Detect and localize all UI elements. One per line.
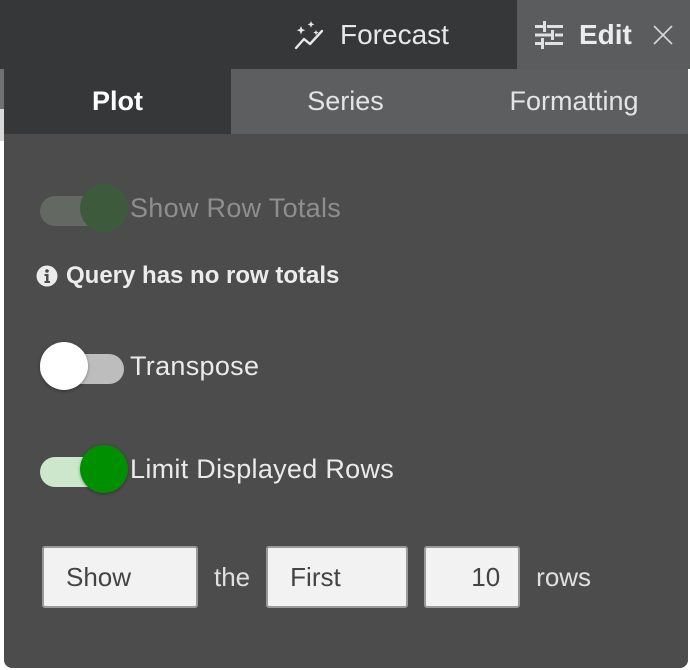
show-row-totals-label: Show Row Totals [130,192,342,223]
the-text: the [214,561,251,592]
edit-panel: Plot Series Formatting Show Row Totals Q… [4,69,688,668]
limit-rows-label: Limit Displayed Rows [130,453,395,484]
sparkle-trend-icon [294,20,324,49]
top-bar: Forecast Edit [0,0,690,69]
tab-formatting[interactable]: Formatting [460,69,688,134]
edit-tab[interactable]: Edit [517,0,690,69]
limit-rows-setting: Limit Displayed Rows [40,445,395,493]
tab-series[interactable]: Series [231,69,460,134]
transpose-setting: Transpose [40,342,260,390]
show-row-totals-setting: Show Row Totals [40,184,342,232]
transpose-toggle[interactable] [40,342,126,390]
forecast-button[interactable]: Forecast [292,0,449,69]
row-count-input[interactable]: 10 [424,546,521,608]
info-icon [36,265,58,287]
close-icon[interactable] [652,24,674,46]
show-row-totals-toggle[interactable] [40,184,128,232]
sliders-icon [535,20,563,49]
limit-rows-toggle[interactable] [40,445,128,493]
rows-text: rows [536,561,592,592]
transpose-label: Transpose [130,350,260,381]
first-last-select[interactable]: First [266,546,409,608]
info-message: Query has no row totals [36,262,339,290]
tab-plot[interactable]: Plot [4,69,231,134]
forecast-label: Forecast [340,18,449,50]
limit-controls: Show the First 10 rows [42,546,591,608]
info-text: Query has no row totals [66,262,340,289]
tab-bar: Plot Series Formatting [4,69,688,134]
show-hide-select[interactable]: Show [42,546,198,608]
edit-label: Edit [579,18,632,50]
